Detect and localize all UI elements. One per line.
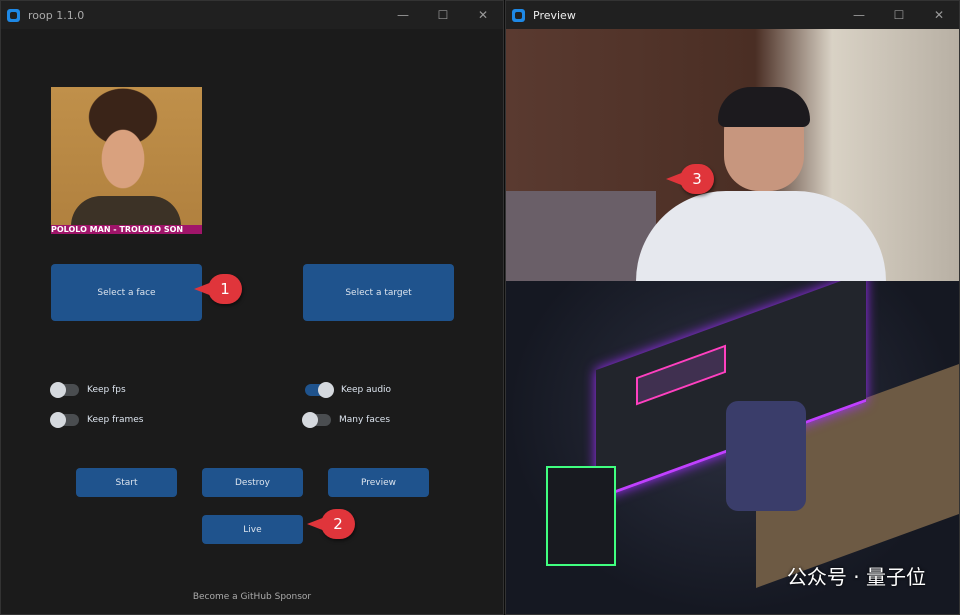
live-webcam-preview — [506, 29, 959, 281]
roop-window: roop 1.1.0 — ☐ ✕ POLOLO MAN - TROLOLO SO… — [0, 0, 504, 615]
toggle-label: Keep audio — [341, 385, 392, 395]
start-button[interactable]: Start — [76, 468, 177, 497]
toggle-label: Keep fps — [87, 385, 126, 395]
preview-button[interactable]: Preview — [328, 468, 429, 497]
live-button[interactable]: Live — [202, 515, 303, 544]
title-bar: Preview — ☐ ✕ — [506, 1, 959, 29]
destroy-button[interactable]: Destroy — [202, 468, 303, 497]
close-button[interactable]: ✕ — [463, 1, 503, 29]
maximize-button[interactable]: ☐ — [879, 1, 919, 29]
keep-fps-toggle[interactable]: Keep fps — [50, 382, 126, 398]
select-face-button[interactable]: Select a face — [51, 264, 202, 321]
keep-audio-toggle[interactable]: Keep audio — [305, 382, 392, 398]
callout-1: 1 — [194, 274, 242, 304]
select-target-button[interactable]: Select a target — [303, 264, 454, 321]
callout-2: 2 — [307, 509, 355, 539]
toggle-label: Keep frames — [87, 415, 144, 425]
title-bar: roop 1.1.0 — ☐ ✕ — [1, 1, 503, 29]
maximize-button[interactable]: ☐ — [423, 1, 463, 29]
close-button[interactable]: ✕ — [919, 1, 959, 29]
window-title: roop 1.1.0 — [28, 8, 85, 22]
app-icon — [512, 8, 525, 22]
preview-window: Preview — ☐ ✕ — [505, 0, 960, 615]
minimize-button[interactable]: — — [383, 1, 423, 29]
github-sponsor-link[interactable]: Become a GitHub Sponsor — [1, 592, 503, 602]
many-faces-toggle[interactable]: Many faces — [302, 412, 391, 428]
toggle-label: Many faces — [339, 415, 391, 425]
watermark: 公众号 · 量子位 — [786, 565, 926, 589]
keep-frames-toggle[interactable]: Keep frames — [50, 412, 144, 428]
minimize-button[interactable]: — — [839, 1, 879, 29]
image-caption: POLOLO MAN - TROLOLO SON — [51, 225, 202, 234]
source-face-image: POLOLO MAN - TROLOLO SON — [51, 87, 202, 234]
window-title: Preview — [533, 8, 576, 22]
app-icon — [7, 8, 20, 22]
callout-3: 3 — [666, 164, 714, 194]
